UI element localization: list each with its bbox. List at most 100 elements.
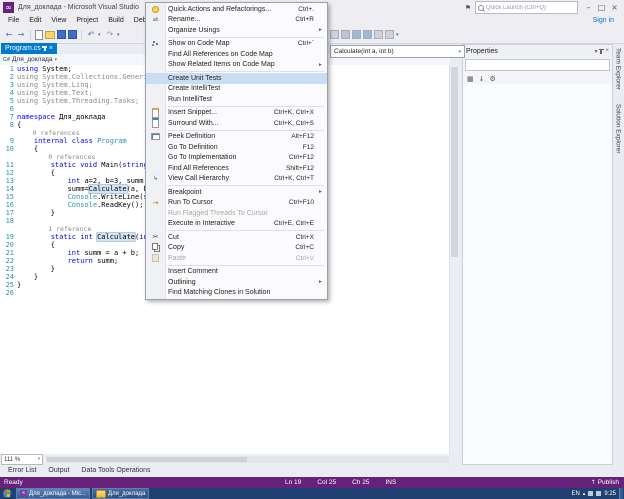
context-menu-item-show-related-items-on-code-map[interactable]: Show Related Items on Code Map▸ [146,60,327,71]
visual-studio-window: ∞ Для_доклада - Microsoft Visual Studio … [0,0,624,499]
publish-label: Publish [598,479,619,486]
context-menu-item-show-on-code-map[interactable]: Show on Code MapCtrl+` [146,39,327,50]
menu-icon-slot [146,219,165,229]
context-menu-item-paste[interactable]: PasteCtrl+V [146,253,327,264]
context-menu-item-organize-usings[interactable]: Organize Usings▸ [146,25,327,36]
context-menu-item-find-all-references-on-code-map[interactable]: Find All References on Code Map [146,49,327,60]
context-menu-item-find-matching-clones-in-solution[interactable]: Find Matching Clones in Solution [146,288,327,299]
context-menu-item-rename[interactable]: Rename...Ctrl+R [146,15,327,26]
navigate-backward-icon[interactable]: ← [4,30,14,40]
line-number: 18 [0,217,17,225]
pin-icon[interactable] [600,49,602,54]
close-icon[interactable]: × [605,48,609,54]
context-menu-item-go-to-definition[interactable]: Go To DefinitionF12 [146,142,327,153]
show-desktop-button[interactable] [619,488,623,499]
save-icon[interactable] [57,30,66,39]
context-menu-item-execute-in-interactive[interactable]: Execute in InteractiveCtrl+E, Ctrl+E [146,219,327,230]
language-indicator[interactable]: EN [571,491,579,497]
dropdown-arrow-icon[interactable]: ▾ [396,32,401,38]
sign-in-link[interactable]: Sign in [593,17,614,24]
select-icon[interactable] [341,30,350,39]
menu-item-label: Show on Code Map [165,40,229,47]
pin-icon[interactable] [44,46,46,51]
scrollbar-thumb[interactable] [47,457,247,462]
tab-program-cs[interactable]: Program.cs × [1,43,57,54]
save-all-icon[interactable] [68,30,77,39]
menubar-item-project[interactable]: Project [71,15,103,26]
clock[interactable]: 9:25 [604,491,616,497]
property-pages-icon[interactable]: ⚙ [490,75,496,83]
bottom-tab-output[interactable]: Output [43,465,74,477]
uncomment-icon[interactable] [363,30,372,39]
context-menu-item-insert-comment[interactable]: Insert Comment [146,267,327,278]
find-icon[interactable] [330,30,339,39]
context-menu-item-run-flagged-threads-to-cursor[interactable]: Run Flagged Threads To Cursor [146,208,327,219]
menubar-item-build[interactable]: Build [103,15,129,26]
window-position-icon[interactable]: ▾ [594,48,597,55]
code-map-icon [146,39,165,49]
dropdown-arrow-icon[interactable]: ▾ [98,32,103,38]
hidden-icons-chevron[interactable]: ▴ [583,491,586,497]
notifications-flag-icon[interactable]: ⚑ [465,4,471,12]
redo-icon[interactable]: ↷ [105,30,115,40]
menu-item-label: View Call Hierarchy [165,175,229,182]
options-icon[interactable] [385,30,394,39]
context-menu-item-breakpoint[interactable]: Breakpoint▸ [146,187,327,198]
horizontal-scrollbar[interactable] [46,456,449,463]
editor-bottom-bar: 111 % ▾ [0,454,450,465]
properties-object-dropdown[interactable] [465,59,610,71]
context-menu-item-view-call-hierarchy[interactable]: View Call HierarchyCtrl+K, Ctrl+T [146,174,327,185]
zoom-control[interactable]: 111 % ▾ [1,454,43,465]
context-menu-item-peek-definition[interactable]: Peek DefinitionAlt+F12 [146,132,327,143]
categorized-icon[interactable]: ▦ [467,75,474,83]
bottom-tab-error-list[interactable]: Error List [3,465,41,477]
new-project-icon[interactable] [35,30,43,40]
taskbar-item-visual-studio[interactable]: ∞Для_доклада - Mic... [16,488,90,499]
context-menu-item-find-all-references[interactable]: Find All ReferencesShift+F12 [146,163,327,174]
side-tab-team-explorer[interactable]: Team Explorer [615,48,622,90]
toolbar-left-group: ←→↶▾↷▾ [4,30,122,40]
context-menu-item-create-unit-tests[interactable]: Create Unit Tests [146,73,327,84]
menubar-item-view[interactable]: View [46,15,71,26]
taskbar-buttons: ∞Для_доклада - Mic...Для_доклада [14,488,149,499]
dropdown-arrow-icon[interactable]: ▾ [117,32,122,38]
minimize-button[interactable]: – [582,1,595,14]
codelens-text: 0 references [17,153,95,161]
context-menu-item-insert-snippet[interactable]: Insert Snippet...Ctrl+K, Ctrl+X [146,108,327,119]
network-icon[interactable] [588,491,593,496]
context-menu-item-run-intellitest[interactable]: Run IntelliTest [146,94,327,105]
navigate-forward-icon[interactable]: → [16,30,26,40]
menu-item-label: Go To Definition [165,144,218,151]
alphabetical-icon[interactable]: ↓ [479,75,485,83]
open-file-icon[interactable] [45,31,55,39]
comment-icon[interactable] [352,30,361,39]
bookmark-icon[interactable] [374,30,383,39]
side-tab-solution-explorer[interactable]: Solution Explorer [615,104,622,154]
menu-item-label: Copy [165,244,184,251]
context-menu-item-outlining[interactable]: Outlining▸ [146,277,327,288]
context-menu-item-surround-with[interactable]: Surround With...Ctrl+K, Ctrl+S [146,118,327,129]
context-menu-item-run-to-cursor[interactable]: Run To CursorCtrl+F10 [146,198,327,209]
publish-button[interactable]: ↑ Publish [591,477,619,488]
context-menu-item-create-intellitest[interactable]: Create IntelliTest [146,84,327,95]
start-button[interactable] [0,488,14,499]
quick-launch-search[interactable]: Quick Launch (Ctrl+Q) [475,1,578,14]
volume-icon[interactable] [596,491,601,496]
close-button[interactable]: × [608,1,621,14]
context-menu-item-go-to-implementation[interactable]: Go To ImplementationCtrl+F12 [146,153,327,164]
code-text: { [17,145,38,153]
menubar-item-edit[interactable]: Edit [24,15,46,26]
context-menu-item-quick-actions-and-refactorings[interactable]: Quick Actions and Refactorings...Ctrl+. [146,4,327,15]
context-menu-item-copy[interactable]: CopyCtrl+C [146,243,327,254]
bottom-tab-data-tools-operations[interactable]: Data Tools Operations [76,465,155,477]
tab-close-icon[interactable]: × [49,45,53,52]
taskbar-item-folder[interactable]: Для_доклада [92,488,149,499]
scrollbar-thumb[interactable] [451,67,458,257]
vertical-scrollbar[interactable] [449,65,459,454]
navbar-project-dropdown[interactable]: Для_доклада [12,56,52,63]
menubar-item-file[interactable]: File [3,15,24,26]
undo-icon[interactable]: ↶ [86,30,96,40]
navbar-member-dropdown[interactable]: Calculate(int a, int b) ▾ [330,45,465,58]
context-menu-item-cut[interactable]: CutCtrl+X [146,232,327,243]
maximize-button[interactable]: □ [595,1,608,14]
